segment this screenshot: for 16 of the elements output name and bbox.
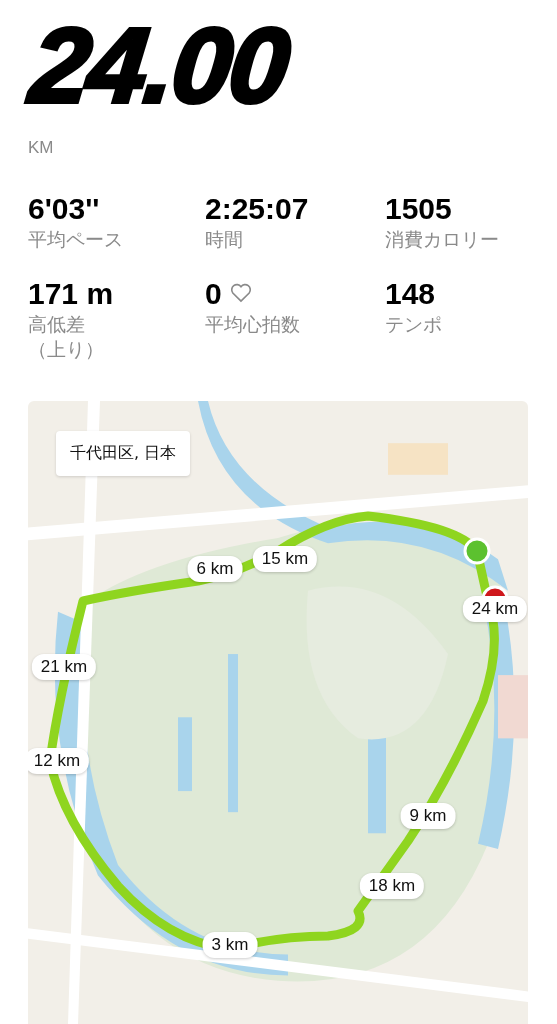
stat-value: 0 (205, 276, 222, 310)
start-dot (463, 536, 491, 565)
stat-label: 高低差（上り） (28, 311, 105, 363)
location-label: 千代田区, 日本 (56, 430, 191, 476)
stat-label: テンポ (385, 311, 443, 337)
stat-value: 1505 (385, 192, 452, 225)
stat-label: 消費カロリー (385, 227, 500, 252)
stat-value: 171 m (28, 276, 114, 310)
stat-label: 時間 (205, 227, 244, 252)
stat-label: 平均心拍数 (205, 311, 301, 337)
stat-value: 6'03'' (28, 192, 100, 225)
stat-label: 平均ペース (28, 227, 124, 252)
distance-value: 24.00 (24, 5, 294, 118)
stat-value: 2:25:07 (205, 192, 309, 225)
stat-value: 148 (385, 276, 436, 310)
distance-unit: KM (28, 138, 54, 158)
